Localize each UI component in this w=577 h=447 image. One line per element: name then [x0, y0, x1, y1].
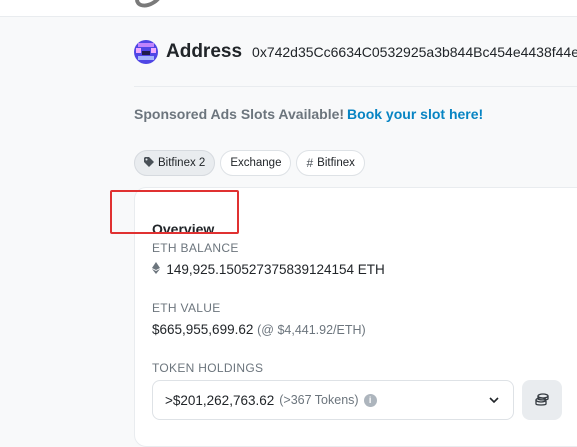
- eth-balance-value: 149,925.150527375839124154 ETH: [166, 262, 384, 277]
- eth-value: $665,955,699.62: [152, 322, 253, 337]
- tag-bitfinex-2[interactable]: Bitfinex 2: [134, 150, 215, 176]
- tag-exchange[interactable]: Exchange: [220, 150, 291, 176]
- eth-value-row: $665,955,699.62 (@ $4,441.92/ETH): [152, 322, 366, 337]
- page-title: Address: [166, 41, 242, 63]
- overview-highlight-box: [110, 190, 239, 234]
- address-hash[interactable]: 0x742d35Cc6634C0532925a3b844Bc454e4438f4…: [252, 44, 577, 60]
- top-navbar: [0, 0, 577, 17]
- tag-label: Exchange: [230, 157, 281, 169]
- tag-label: Bitfinex 2: [158, 157, 205, 169]
- address-avatar-icon: [134, 40, 158, 64]
- hash-icon: #: [306, 156, 313, 170]
- address-header: Address 0x742d35Cc6634C0532925a3b844Bc45…: [134, 37, 577, 67]
- token-count: (>367 Tokens): [279, 393, 358, 407]
- chevron-down-icon: [487, 393, 501, 407]
- tag-icon: [144, 157, 154, 170]
- sponsored-text: Sponsored Ads Slots Available!: [134, 106, 344, 122]
- address-tags: Bitfinex 2 Exchange # Bitfinex: [134, 150, 365, 176]
- eth-value-label: ETH VALUE: [152, 301, 221, 315]
- eth-price: (@ $4,441.92/ETH): [257, 323, 366, 337]
- token-holdings-label: TOKEN HOLDINGS: [152, 361, 263, 375]
- header-divider: [134, 86, 577, 87]
- sponsored-banner: Sponsored Ads Slots Available!Book your …: [134, 106, 483, 122]
- info-icon[interactable]: i: [364, 394, 377, 407]
- token-holdings-value: >$201,262,763.62: [165, 393, 274, 408]
- token-stack-button[interactable]: [522, 380, 562, 420]
- token-holdings-dropdown[interactable]: >$201,262,763.62 (>367 Tokens) i: [152, 380, 514, 420]
- partial-logo-icon: [131, 0, 167, 12]
- tag-bitfinex[interactable]: # Bitfinex: [296, 150, 364, 176]
- eth-balance-row: 149,925.150527375839124154 ETH: [152, 262, 385, 277]
- tag-label: Bitfinex: [317, 157, 355, 169]
- ethereum-icon: [152, 263, 163, 277]
- book-slot-link[interactable]: Book your slot here!: [347, 106, 483, 122]
- coin-stack-icon: [534, 392, 550, 408]
- eth-balance-label: ETH BALANCE: [152, 241, 239, 255]
